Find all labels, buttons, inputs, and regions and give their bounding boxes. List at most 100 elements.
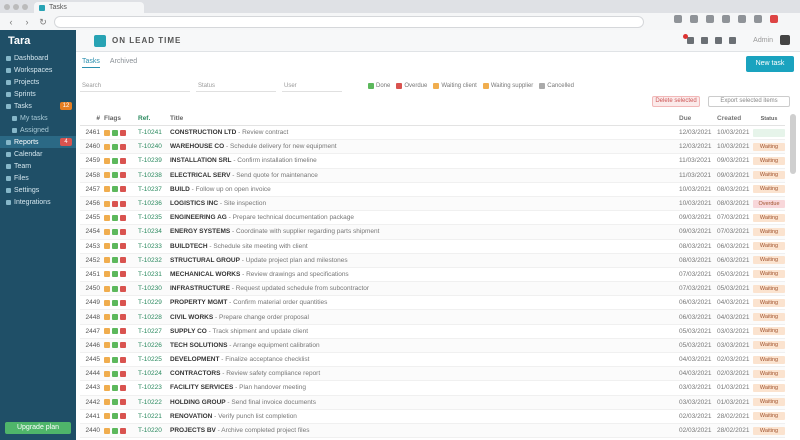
row-client[interactable]: INFRASTRUCTURE: [170, 285, 230, 292]
legend-item[interactable]: Waiting supplier: [482, 83, 533, 89]
sidebar-item-tasks[interactable]: Tasks 12: [0, 100, 76, 112]
back-icon[interactable]: ‹: [6, 17, 16, 27]
row-ref[interactable]: T-10238: [138, 172, 170, 179]
calendar-icon[interactable]: [715, 36, 723, 44]
row-ref[interactable]: T-10224: [138, 370, 170, 377]
row-client[interactable]: ELECTRICAL SERV: [170, 172, 230, 179]
table-row[interactable]: 2457 T-10237 BUILD - Follow up on open inv…: [80, 183, 785, 197]
row-ref[interactable]: T-10225: [138, 356, 170, 363]
table-row[interactable]: 2456 T-10236 LOGISTICS INC - Site inspecti…: [80, 196, 785, 212]
table-row[interactable]: 2453 T-10233 BUILDTECH - Schedule site mee…: [80, 240, 785, 254]
sidebar-item-workspaces[interactable]: Workspaces: [0, 64, 76, 76]
row-client[interactable]: HOLDING GROUP: [170, 399, 226, 406]
extension-icon[interactable]: [690, 15, 698, 23]
row-client[interactable]: ENERGY SYSTEMS: [170, 228, 230, 235]
legend-item[interactable]: Cancelled: [539, 83, 574, 89]
sidebar-item-my-tasks[interactable]: My tasks: [0, 112, 76, 124]
table-row[interactable]: 2461 T-10241 CONSTRUCTION LTD - Review con…: [80, 126, 785, 141]
extension-icon[interactable]: [722, 15, 730, 23]
export-selected-button[interactable]: Export selected items: [708, 96, 790, 107]
table-row[interactable]: 2444 T-10224 CONTRACTORS - Review safety c…: [80, 367, 785, 382]
app-logo[interactable]: Tara: [0, 30, 76, 52]
row-client[interactable]: PROPERTY MGMT: [170, 299, 227, 306]
table-row[interactable]: 2443 T-10223 FACILITY SERVICES - Plan hand…: [80, 381, 785, 396]
close-window-icon[interactable]: [4, 3, 10, 10]
sidebar-item-reports[interactable]: Reports 4: [0, 136, 76, 148]
row-client[interactable]: CONTRACTORS: [170, 370, 220, 377]
sidebar-item-files[interactable]: Files: [0, 172, 76, 184]
maximize-window-icon[interactable]: [22, 3, 28, 10]
sidebar-item-sprints[interactable]: Sprints: [0, 88, 76, 100]
row-client[interactable]: DEVELOPMENT: [170, 356, 219, 363]
row-client[interactable]: LOGISTICS INC: [170, 200, 218, 207]
table-row[interactable]: 2440 T-10220 PROJECTS BV - Archive complet…: [80, 423, 785, 439]
row-client[interactable]: FACILITY SERVICES: [170, 384, 233, 391]
row-client[interactable]: PROJECTS BV: [170, 427, 216, 434]
user-filter[interactable]: User: [282, 80, 342, 92]
avatar[interactable]: [780, 35, 790, 45]
extension-icon[interactable]: [754, 15, 762, 23]
column-title[interactable]: Title: [170, 115, 679, 122]
table-row[interactable]: 2460 T-10240 WAREHOUSE CO - Schedule deliv…: [80, 140, 785, 155]
extension-icon[interactable]: [738, 15, 746, 23]
row-ref[interactable]: T-10220: [138, 427, 170, 434]
table-row[interactable]: 2442 T-10222 HOLDING GROUP - Send final in…: [80, 395, 785, 410]
table-row[interactable]: 2445 T-10225 DEVELOPMENT - Finalize accept…: [80, 353, 785, 368]
tab-archived[interactable]: Archived: [110, 58, 137, 68]
column-status[interactable]: Status: [753, 115, 785, 123]
search-input[interactable]: Search: [80, 80, 190, 92]
row-ref[interactable]: T-10234: [138, 228, 170, 235]
table-row[interactable]: 2452 T-10232 STRUCTURAL GROUP - Update pro…: [80, 253, 785, 268]
row-ref[interactable]: T-10230: [138, 285, 170, 292]
table-row[interactable]: 2447 T-10227 SUPPLY CO - Track shipment an…: [80, 325, 785, 339]
row-client[interactable]: BUILD: [170, 186, 190, 193]
extension-icon[interactable]: [674, 15, 682, 23]
column-due[interactable]: Due: [679, 115, 717, 122]
row-ref[interactable]: T-10233: [138, 243, 170, 250]
sidebar-item-dashboard[interactable]: Dashboard: [0, 52, 76, 64]
row-ref[interactable]: T-10236: [138, 200, 170, 207]
row-ref[interactable]: T-10223: [138, 384, 170, 391]
row-client[interactable]: STRUCTURAL GROUP: [170, 257, 240, 264]
sidebar-item-settings[interactable]: Settings: [0, 184, 76, 196]
row-client[interactable]: SUPPLY CO: [170, 328, 207, 335]
row-ref[interactable]: T-10229: [138, 299, 170, 306]
table-row[interactable]: 2459 T-10239 INSTALLATION SRL - Confirm in…: [80, 154, 785, 169]
legend-item[interactable]: Overdue: [396, 83, 427, 89]
table-row[interactable]: 2455 T-10235 ENGINEERING AG - Prepare tech…: [80, 211, 785, 226]
row-ref[interactable]: T-10221: [138, 413, 170, 420]
row-client[interactable]: WAREHOUSE CO: [170, 143, 224, 150]
upgrade-button[interactable]: Upgrade plan: [5, 422, 71, 434]
row-ref[interactable]: T-10226: [138, 342, 170, 349]
sidebar-item-assigned[interactable]: Assigned: [0, 124, 76, 136]
reload-icon[interactable]: ↻: [38, 17, 48, 27]
row-client[interactable]: MECHANICAL WORKS: [170, 271, 240, 278]
row-ref[interactable]: T-10235: [138, 214, 170, 221]
row-ref[interactable]: T-10241: [138, 129, 170, 136]
table-row[interactable]: 2446 T-10226 TECH SOLUTIONS - Arrange equi…: [80, 338, 785, 353]
delete-selected-button[interactable]: Delete selected: [652, 96, 700, 107]
user-name[interactable]: Admin: [753, 37, 773, 44]
table-row[interactable]: 2454 T-10234 ENERGY SYSTEMS - Coordinate w…: [80, 225, 785, 240]
row-ref[interactable]: T-10222: [138, 399, 170, 406]
table-row[interactable]: 2449 T-10229 PROPERTY MGMT - Confirm mater…: [80, 296, 785, 311]
message-icon[interactable]: [701, 36, 709, 44]
row-ref[interactable]: T-10239: [138, 157, 170, 164]
table-row[interactable]: 2448 T-10228 CIVIL WORKS - Prepare change …: [80, 310, 785, 325]
row-client[interactable]: TECH SOLUTIONS: [170, 342, 227, 349]
table-row[interactable]: 2451 T-10231 MECHANICAL WORKS - Review dra…: [80, 268, 785, 283]
minimize-window-icon[interactable]: [13, 3, 19, 10]
row-ref[interactable]: T-10232: [138, 257, 170, 264]
legend-item[interactable]: Done: [368, 83, 390, 89]
new-task-button[interactable]: New task: [746, 56, 794, 72]
row-client[interactable]: CIVIL WORKS: [170, 314, 213, 321]
extension-icon[interactable]: [706, 15, 714, 23]
help-icon[interactable]: [729, 36, 737, 44]
column-ref[interactable]: Ref.: [138, 115, 170, 122]
row-ref[interactable]: T-10228: [138, 314, 170, 321]
row-client[interactable]: ENGINEERING AG: [170, 214, 227, 221]
row-client[interactable]: BUILDTECH: [170, 243, 208, 250]
legend-item[interactable]: Waiting client: [433, 83, 477, 89]
status-filter[interactable]: Status: [196, 80, 276, 92]
table-row[interactable]: 2441 T-10221 RENOVATION - Verify punch lis…: [80, 410, 785, 424]
